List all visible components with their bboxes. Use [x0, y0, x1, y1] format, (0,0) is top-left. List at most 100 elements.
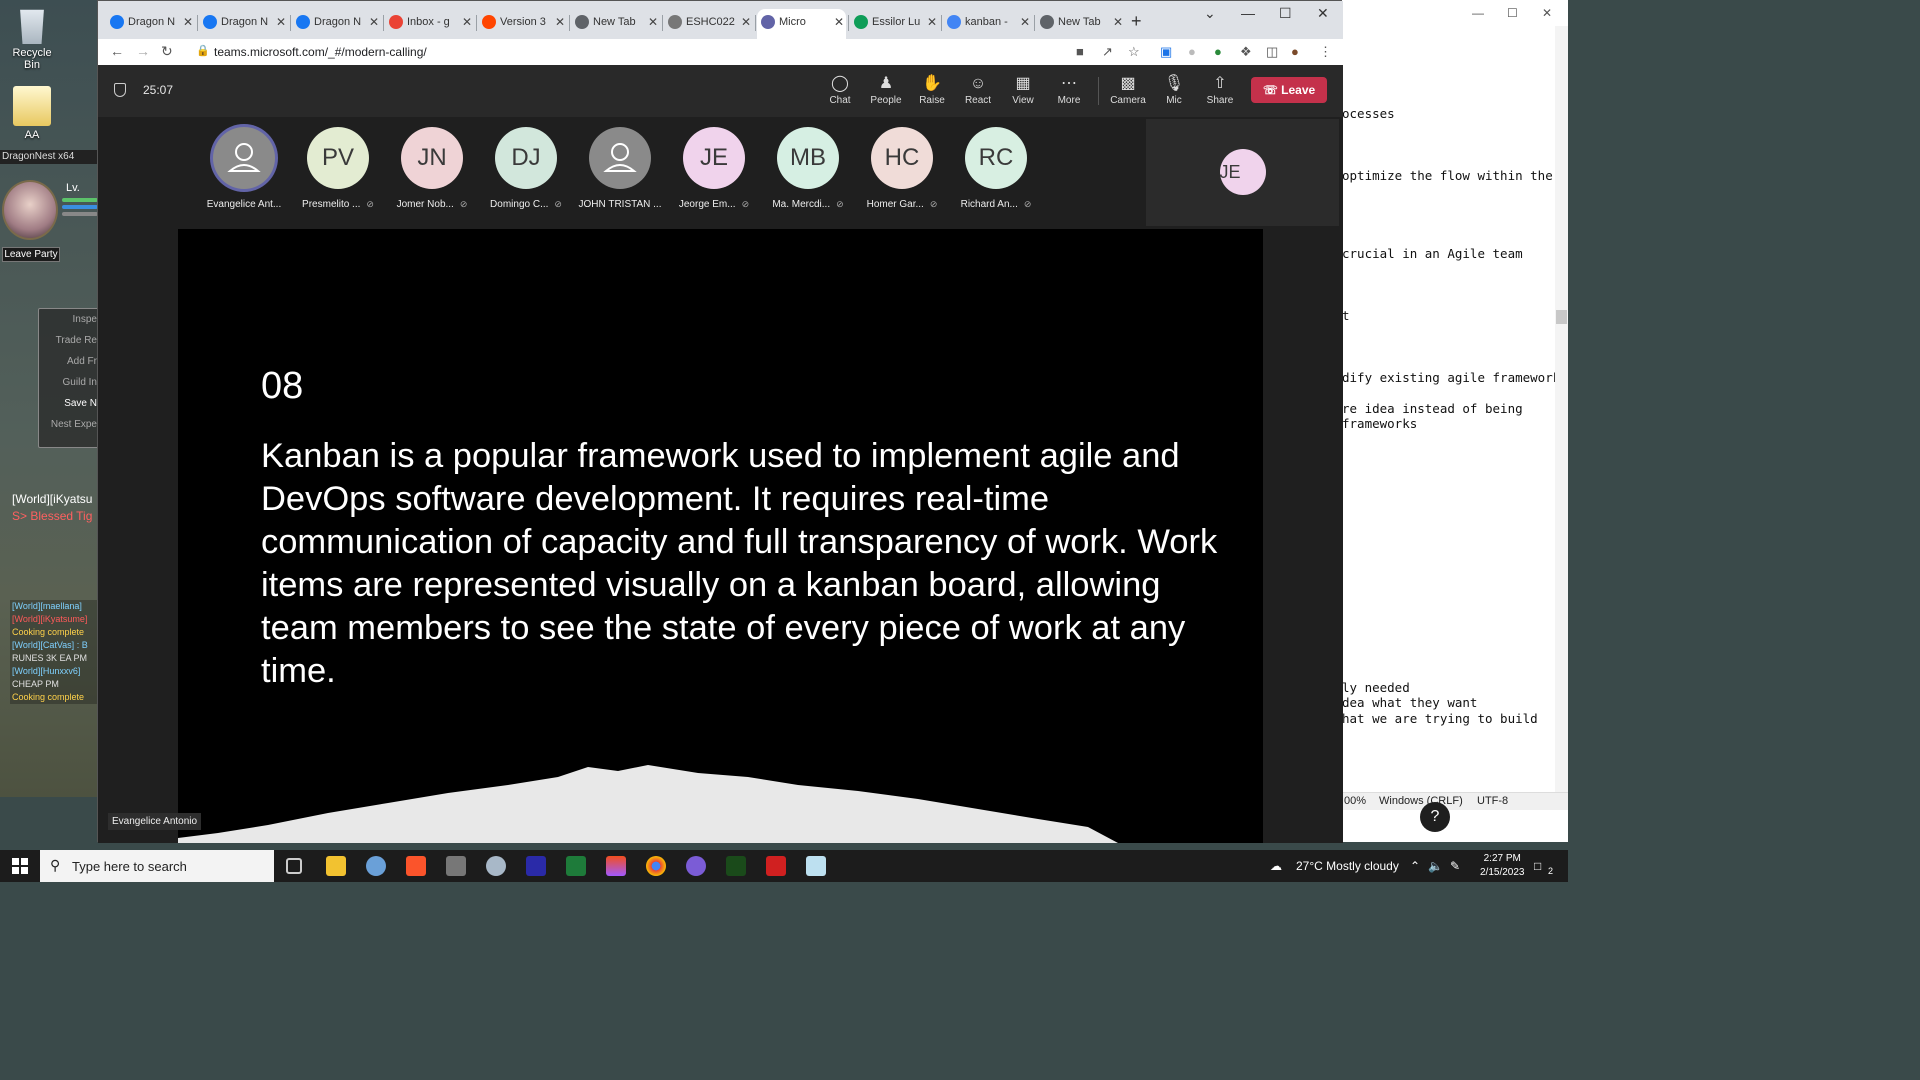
back-icon[interactable]: ← — [110, 43, 124, 59]
menu-item-add-friend[interactable]: Add Fr — [39, 351, 99, 372]
task-view-icon[interactable] — [286, 858, 302, 874]
brave-browser-icon[interactable] — [406, 856, 426, 876]
menu-item-guild-invite[interactable]: Guild In — [39, 372, 99, 393]
app-icon[interactable] — [486, 856, 506, 876]
browser-tab[interactable]: Dragon N ✕ — [292, 9, 381, 39]
tab-close-icon[interactable]: ✕ — [462, 9, 472, 35]
taskbar-search[interactable]: ⚲ Type here to search — [40, 850, 274, 882]
tab-close-icon[interactable]: ✕ — [1020, 9, 1030, 35]
raise-hand-button[interactable]: ✋ Raise — [909, 73, 955, 106]
menu-item-inspect[interactable]: Inspe — [39, 309, 99, 330]
notepad-plus-icon[interactable] — [566, 856, 586, 876]
extension-icon[interactable]: ▣ — [1160, 44, 1172, 60]
notepad-icon[interactable] — [806, 856, 826, 876]
participant-tile[interactable]: RC Richard An... ⊘ — [951, 127, 1041, 210]
menu-item-nest-exp[interactable]: Nest Expe — [39, 414, 99, 435]
forward-icon[interactable]: → — [136, 43, 150, 59]
lock-icon[interactable]: 🔒 — [196, 44, 210, 57]
tab-close-icon[interactable]: ✕ — [276, 9, 286, 35]
tab-close-icon[interactable]: ✕ — [927, 9, 937, 35]
tab-search-icon[interactable]: ⌄ — [1204, 5, 1216, 22]
omnibox[interactable]: 🔒 teams.microsoft.com/_#/modern-calling/ — [188, 41, 1156, 63]
app-icon[interactable] — [366, 856, 386, 876]
close-icon[interactable]: ✕ — [1542, 6, 1552, 20]
browser-tab[interactable]: Inbox - g ✕ — [385, 9, 474, 39]
participant-tile[interactable]: JN Jomer Nob... ⊘ — [387, 127, 477, 210]
file-explorer-icon[interactable] — [326, 856, 346, 876]
menu-item-trade[interactable]: Trade Re — [39, 330, 99, 351]
menu-item-save[interactable]: Save N — [39, 393, 99, 414]
volume-icon[interactable]: 🔈 — [1428, 859, 1443, 873]
leave-party-button[interactable]: Leave Party — [2, 247, 60, 262]
chat-button[interactable]: ◯ Chat — [817, 73, 863, 106]
nvidia-icon[interactable] — [726, 856, 746, 876]
app-icon[interactable] — [766, 856, 786, 876]
browser-tab[interactable]: Essilor Lu ✕ — [850, 9, 939, 39]
notification-icon[interactable]: □ — [1534, 859, 1541, 873]
system-clock[interactable]: 2:27 PM 2/15/2023 — [1480, 852, 1525, 880]
bookmark-star-icon[interactable]: ☆ — [1128, 44, 1140, 60]
view-button[interactable]: ▦ View — [1000, 73, 1046, 106]
reload-icon[interactable]: ↻ — [161, 43, 173, 60]
profile-avatar[interactable]: ● — [1291, 44, 1299, 59]
windows-start-icon[interactable] — [12, 858, 28, 874]
tab-close-icon[interactable]: ✕ — [555, 9, 565, 35]
maximize-icon[interactable]: ☐ — [1507, 6, 1518, 20]
chrome-icon[interactable] — [646, 856, 666, 876]
people-button[interactable]: ♟ People — [863, 73, 909, 106]
desktop-icon-recycle-bin[interactable]: Recycle Bin — [4, 6, 60, 71]
more-button[interactable]: ⋯ More — [1046, 73, 1092, 106]
react-button[interactable]: ☺ React — [955, 73, 1001, 106]
participant-tile[interactable]: MB Ma. Mercdi... ⊘ — [763, 127, 853, 210]
tab-close-icon[interactable]: ✕ — [369, 9, 379, 35]
minimize-icon[interactable]: — — [1472, 6, 1484, 20]
desktop-icon-aa[interactable]: AA — [4, 86, 60, 141]
browser-tab[interactable]: Dragon N ✕ — [199, 9, 288, 39]
scrollbar-thumb[interactable] — [1556, 310, 1567, 324]
close-icon[interactable]: ✕ — [1317, 5, 1329, 22]
browser-tab[interactable]: Micro ✕ — [757, 9, 846, 39]
minimize-icon[interactable]: — — [1241, 5, 1255, 21]
browser-tab[interactable]: kanban - ✕ — [943, 9, 1032, 39]
tab-close-icon[interactable]: ✕ — [183, 9, 193, 35]
browser-tab[interactable]: ESHC022 ✕ — [664, 9, 753, 39]
tab-close-icon[interactable]: ✕ — [648, 9, 658, 35]
self-video-tile[interactable]: JE — [1146, 119, 1339, 226]
browser-tab[interactable]: New Tab ✕ — [571, 9, 660, 39]
pen-icon[interactable]: ✎ — [1450, 859, 1460, 873]
browser-tab[interactable]: New Tab ✕ — [1036, 9, 1125, 39]
extension-icon[interactable]: ● — [1214, 44, 1222, 59]
browser-tab[interactable]: Version 3 ✕ — [478, 9, 567, 39]
weather-icon[interactable]: ☁ — [1270, 859, 1282, 873]
app-icon[interactable] — [446, 856, 466, 876]
tab-close-icon[interactable]: ✕ — [1113, 9, 1123, 35]
participant-tile[interactable]: HC Homer Gar... ⊘ — [857, 127, 947, 210]
browser-tab[interactable]: Dragon N ✕ — [106, 9, 195, 39]
side-panel-icon[interactable]: ◫ — [1266, 44, 1278, 60]
tab-close-icon[interactable]: ✕ — [834, 9, 844, 35]
participant-tile[interactable]: JOHN TRISTAN ... — [575, 127, 665, 210]
camera-in-use-icon[interactable]: ■ — [1076, 44, 1084, 59]
messenger-icon[interactable] — [686, 856, 706, 876]
participant-tile[interactable]: JE Jeorge Em... ⊘ — [669, 127, 759, 210]
chevron-up-icon[interactable]: ⌃ — [1410, 859, 1420, 873]
leave-button[interactable]: ☏ Leave — [1251, 77, 1327, 103]
tab-close-icon[interactable]: ✕ — [741, 9, 751, 35]
weather-text[interactable]: 27°C Mostly cloudy — [1296, 859, 1399, 873]
intellij-icon[interactable] — [526, 856, 546, 876]
share-button[interactable]: ⇧ Share — [1197, 73, 1243, 106]
participant-tile[interactable]: PV Presmelito ... ⊘ — [293, 127, 383, 210]
mic-button[interactable]: 🎙 Mic — [1151, 73, 1197, 106]
extension-icon[interactable]: ● — [1188, 44, 1196, 59]
participant-tile[interactable]: Evangelice Ant... — [199, 127, 289, 210]
help-button[interactable]: ? — [1420, 802, 1450, 832]
chrome-menu-icon[interactable]: ⋮ — [1319, 44, 1332, 60]
maximize-icon[interactable]: ☐ — [1279, 5, 1292, 22]
camera-button[interactable]: ▩ Camera — [1105, 73, 1151, 106]
notepad-scrollbar[interactable] — [1555, 26, 1568, 796]
share-page-icon[interactable]: ↗ — [1102, 44, 1113, 60]
new-tab-button[interactable]: + — [1131, 11, 1142, 32]
extensions-puzzle-icon[interactable]: ❖ — [1240, 44, 1252, 60]
figma-icon[interactable] — [606, 856, 626, 876]
participant-tile[interactable]: DJ Domingo C... ⊘ — [481, 127, 571, 210]
